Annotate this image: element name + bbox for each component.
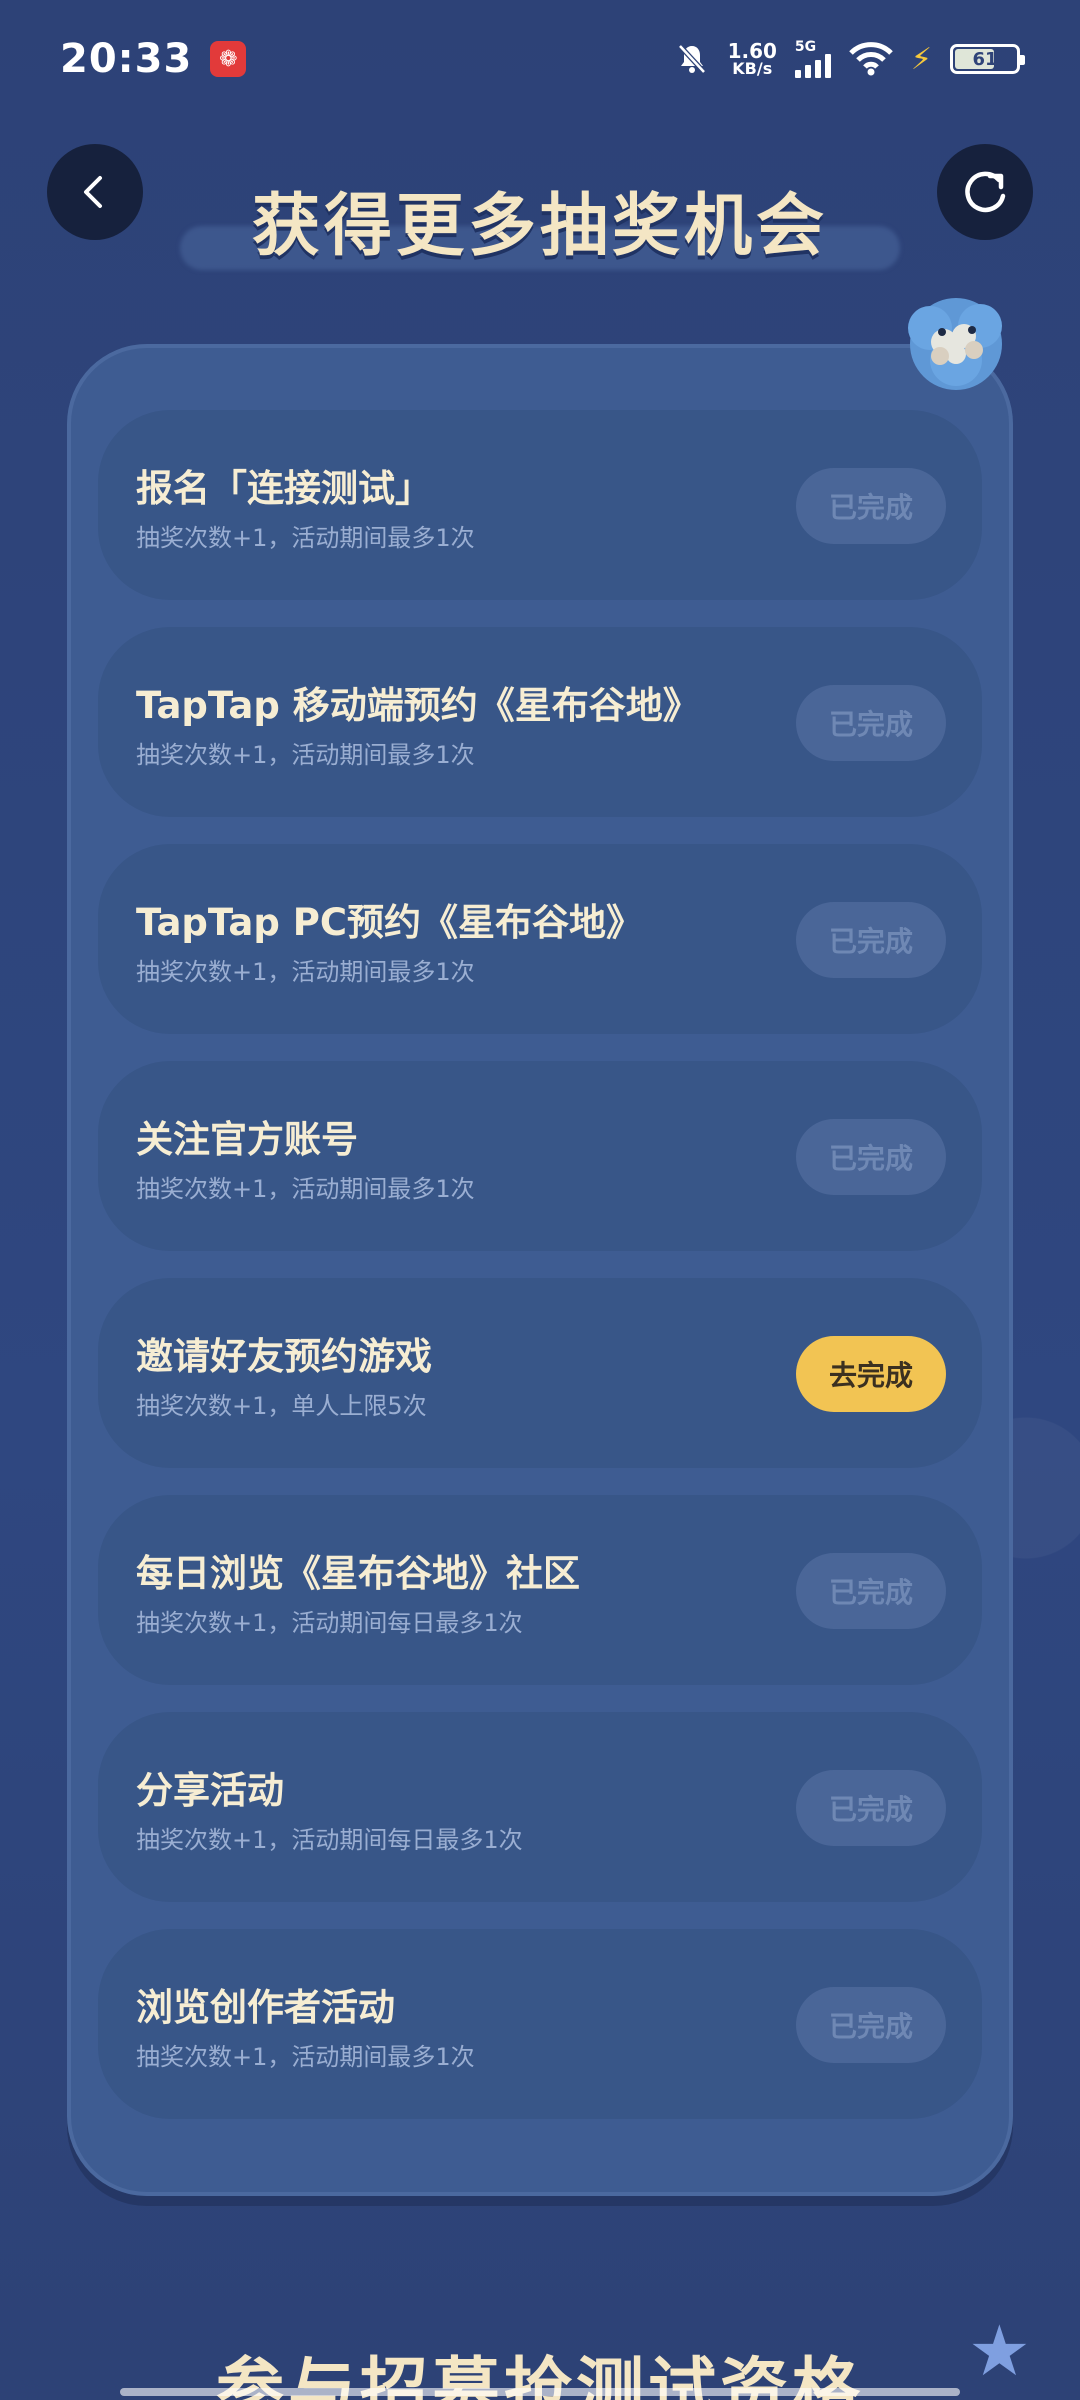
completed-button[interactable]: 已完成 [796,1119,946,1195]
status-time: 20:33 [60,36,193,82]
star-icon: ★ [968,2310,1031,2392]
home-indicator[interactable] [120,2388,960,2396]
task-panel [67,344,1013,2196]
page-title: 获得更多抽奖机会 [251,187,828,266]
charging-icon: ⚡ [910,41,932,77]
task-title: 关注官方账号 [136,1118,358,1161]
task-item: 每日浏览《星布谷地》社区抽奖次数+1，活动期间每日最多1次 已完成 [98,1495,982,1685]
task-title: 分享活动 [136,1769,284,1812]
task-item: 报名「连接测试」抽奖次数+1，活动期间最多1次 已完成 [98,410,982,600]
task-description: 抽奖次数+1，活动期间最多1次 [136,1175,475,1203]
task-item: 关注官方账号抽奖次数+1，活动期间最多1次 已完成 [98,1061,982,1251]
task-item: 分享活动抽奖次数+1，活动期间每日最多1次 已完成 [98,1712,982,1902]
mute-bell-icon [677,44,706,74]
refresh-button[interactable] [937,144,1033,240]
battery-icon: 61 [950,44,1025,74]
app-notification-icon: ❁ [210,41,247,77]
status-bar: 20:33 ❁ 1.60 KB/s 5G ⚡ 61 [0,0,1080,118]
task-item: 邀请好友预约游戏抽奖次数+1，单人上限5次 去完成 [98,1278,982,1468]
net-speed-unit: KB/s [732,59,773,78]
go-complete-button[interactable]: 去完成 [796,1336,946,1412]
battery-level: 61 [972,48,998,70]
task-title: TapTap 移动端预约《星布谷地》 [136,684,700,727]
task-description: 抽奖次数+1，单人上限5次 [136,1392,427,1420]
task-title: 报名「连接测试」 [136,467,432,510]
completed-button[interactable]: 已完成 [796,468,946,544]
completed-button[interactable]: 已完成 [796,902,946,978]
task-description: 抽奖次数+1，活动期间每日最多1次 [136,1826,523,1854]
completed-button[interactable]: 已完成 [796,1553,946,1629]
signal-icon: 5G [794,39,831,78]
refresh-icon [965,171,1006,213]
task-title: 每日浏览《星布谷地》社区 [136,1552,580,1595]
task-title: 浏览创作者活动 [136,1986,395,2029]
completed-button[interactable]: 已完成 [796,685,946,761]
task-description: 抽奖次数+1，活动期间最多1次 [136,524,475,552]
task-title: TapTap PC预约《星布谷地》 [136,901,643,944]
task-description: 抽奖次数+1，活动期间最多1次 [136,741,475,769]
task-item: 浏览创作者活动抽奖次数+1，活动期间最多1次 已完成 [98,1929,982,2119]
net-speed: 1.60 KB/s [728,41,777,77]
task-description: 抽奖次数+1，活动期间最多1次 [136,2043,475,2071]
task-title: 邀请好友预约游戏 [136,1335,432,1378]
network-type: 5G [794,39,817,55]
wifi-icon [849,42,893,76]
task-item: TapTap PC预约《星布谷地》抽奖次数+1，活动期间最多1次 已完成 [98,844,982,1034]
task-description: 抽奖次数+1，活动期间最多1次 [136,958,475,986]
task-item: TapTap 移动端预约《星布谷地》抽奖次数+1，活动期间最多1次 已完成 [98,627,982,817]
completed-button[interactable]: 已完成 [796,1987,946,2063]
task-description: 抽奖次数+1，活动期间每日最多1次 [136,1609,523,1637]
status-icons: 1.60 KB/s 5G ⚡ 61 [674,39,1025,78]
mascot-cloud-icon [908,298,1002,390]
completed-button[interactable]: 已完成 [796,1770,946,1846]
net-speed-value: 1.60 [727,39,777,63]
